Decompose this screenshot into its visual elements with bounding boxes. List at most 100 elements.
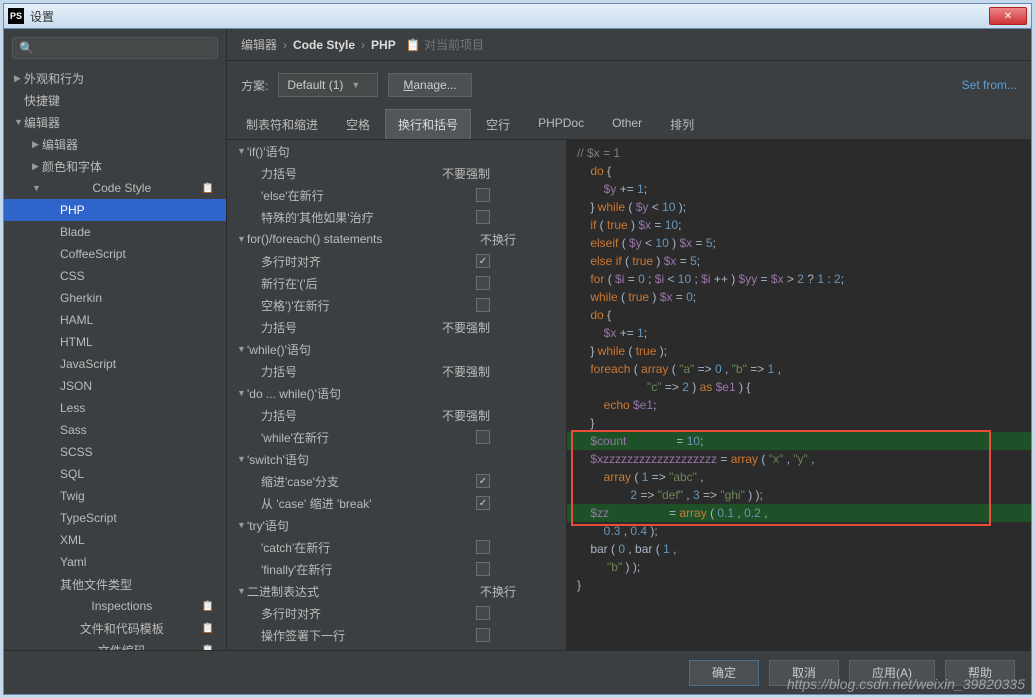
checkbox[interactable]: ✓: [476, 496, 490, 510]
code-preview: // $x = 1 do { $y += 1; } while ( $y < 1…: [567, 140, 1031, 650]
tree-item[interactable]: Inspections📋: [4, 595, 226, 617]
option-item[interactable]: 力括号不要强制: [227, 162, 566, 184]
cancel-button[interactable]: 取消: [769, 660, 839, 686]
search-input[interactable]: 🔍: [12, 37, 218, 59]
crumb-editor[interactable]: 编辑器: [241, 36, 277, 53]
tree-item[interactable]: JavaScript: [4, 353, 226, 375]
tree-item[interactable]: Blade: [4, 221, 226, 243]
tree-item[interactable]: HAML: [4, 309, 226, 331]
option-item[interactable]: 操作签署下一行: [227, 624, 566, 646]
sidebar: 🔍 ▶ 外观和行为 快捷键▼ 编辑器▶ 编辑器▶ 颜色和字体▼ Code Sty…: [4, 29, 227, 650]
options-panel[interactable]: ▼ 'if()'语句力括号不要强制'else'在新行特殊的'其他如果'治疗▼ f…: [227, 140, 567, 650]
option-item[interactable]: 力括号不要强制: [227, 316, 566, 338]
tree-item[interactable]: PHP: [4, 199, 226, 221]
body: 🔍 ▶ 外观和行为 快捷键▼ 编辑器▶ 编辑器▶ 颜色和字体▼ Code Sty…: [4, 29, 1031, 650]
option-item[interactable]: 'catch'在新行: [227, 536, 566, 558]
option-group[interactable]: ▼ 'if()'语句: [227, 140, 566, 162]
option-item[interactable]: 力括号不要强制: [227, 404, 566, 426]
footer: 确定 取消 应用(A) 帮助: [4, 650, 1031, 694]
checkbox[interactable]: [476, 210, 490, 224]
split-pane: ▼ 'if()'语句力括号不要强制'else'在新行特殊的'其他如果'治疗▼ f…: [227, 140, 1031, 650]
checkbox[interactable]: [476, 276, 490, 290]
option-group[interactable]: ▼ 'try'语句: [227, 514, 566, 536]
option-item[interactable]: 多行时对齐: [227, 602, 566, 624]
tab[interactable]: 制表符和缩进: [233, 109, 331, 139]
tree-item[interactable]: ▶ 编辑器: [4, 133, 226, 155]
tab[interactable]: Other: [599, 109, 655, 139]
help-button[interactable]: 帮助: [945, 660, 1015, 686]
option-item[interactable]: 'while'在新行: [227, 426, 566, 448]
titlebar: PS 设置 ✕: [4, 4, 1031, 29]
settings-window: PS 设置 ✕ 🔍 ▶ 外观和行为 快捷键▼ 编辑器▶ 编辑器▶ 颜色和字体▼ …: [3, 3, 1032, 695]
tree-item[interactable]: 文件编码📋: [4, 639, 226, 650]
tree-item[interactable]: ▶ 颜色和字体: [4, 155, 226, 177]
option-group[interactable]: ▼ for()/foreach() statements不换行: [227, 228, 566, 250]
option-group[interactable]: ▼ 'while()'语句: [227, 338, 566, 360]
settings-tree[interactable]: ▶ 外观和行为 快捷键▼ 编辑器▶ 编辑器▶ 颜色和字体▼ Code Style…: [4, 67, 226, 650]
tree-item[interactable]: 文件和代码模板📋: [4, 617, 226, 639]
set-from-link[interactable]: Set from...: [962, 78, 1017, 92]
tree-item[interactable]: 快捷键: [4, 89, 226, 111]
checkbox[interactable]: [476, 298, 490, 312]
crumb-php[interactable]: PHP: [371, 38, 396, 52]
checkbox[interactable]: ✓: [476, 474, 490, 488]
tree-item[interactable]: Sass: [4, 419, 226, 441]
search-icon: 🔍: [19, 41, 34, 55]
tree-item[interactable]: Less: [4, 397, 226, 419]
apply-button[interactable]: 应用(A): [849, 660, 935, 686]
scheme-label: 方案:: [241, 77, 268, 94]
close-button[interactable]: ✕: [989, 7, 1027, 25]
tree-item[interactable]: CSS: [4, 265, 226, 287]
option-group[interactable]: ▼ 二进制表达式不换行: [227, 580, 566, 602]
tab[interactable]: PHPDoc: [525, 109, 597, 139]
option-group[interactable]: ▼ 'do ... while()'语句: [227, 382, 566, 404]
option-item[interactable]: 力括号不要强制: [227, 360, 566, 382]
tab[interactable]: 换行和括号: [385, 109, 471, 139]
tree-item[interactable]: XML: [4, 529, 226, 551]
option-item[interactable]: 新行在'('后: [227, 272, 566, 294]
tree-item[interactable]: Yaml: [4, 551, 226, 573]
option-item[interactable]: 从 'case' 缩进 'break'✓: [227, 492, 566, 514]
chevron-down-icon: ▼: [351, 80, 360, 90]
scheme-combo[interactable]: Default (1)▼: [278, 73, 378, 97]
tree-item[interactable]: ▼ Code Style📋: [4, 177, 226, 199]
checkbox[interactable]: [476, 188, 490, 202]
tree-item[interactable]: CoffeeScript: [4, 243, 226, 265]
scheme-row: 方案: Default (1)▼ Manage... Set from...: [227, 61, 1031, 109]
checkbox[interactable]: ✓: [476, 254, 490, 268]
option-item[interactable]: 'else'在新行: [227, 184, 566, 206]
manage-button[interactable]: Manage...: [388, 73, 471, 97]
tree-item[interactable]: Twig: [4, 485, 226, 507]
tree-item[interactable]: SCSS: [4, 441, 226, 463]
tabs: 制表符和缩进空格换行和括号空行PHPDocOther排列: [227, 109, 1031, 140]
option-item[interactable]: 'finally'在新行: [227, 558, 566, 580]
breadcrumb: 编辑器 › Code Style › PHP 📋 对当前项目: [227, 29, 1031, 61]
checkbox[interactable]: [476, 562, 490, 576]
option-group[interactable]: ▼ 'switch'语句: [227, 448, 566, 470]
tab[interactable]: 排列: [657, 109, 707, 139]
checkbox[interactable]: [476, 606, 490, 620]
tree-item[interactable]: 其他文件类型: [4, 573, 226, 595]
tree-item[interactable]: HTML: [4, 331, 226, 353]
tab[interactable]: 空行: [473, 109, 523, 139]
option-item[interactable]: 空格')'在新行: [227, 294, 566, 316]
option-item[interactable]: 新行在'('后: [227, 646, 566, 650]
tree-item[interactable]: ▼ 编辑器: [4, 111, 226, 133]
option-item[interactable]: 多行时对齐✓: [227, 250, 566, 272]
checkbox[interactable]: [476, 540, 490, 554]
checkbox[interactable]: [476, 430, 490, 444]
window-title: 设置: [30, 8, 989, 25]
option-item[interactable]: 缩进'case'分支✓: [227, 470, 566, 492]
tree-item[interactable]: JSON: [4, 375, 226, 397]
ok-button[interactable]: 确定: [689, 660, 759, 686]
tree-item[interactable]: SQL: [4, 463, 226, 485]
tree-item[interactable]: TypeScript: [4, 507, 226, 529]
app-icon: PS: [8, 8, 24, 24]
crumb-codestyle[interactable]: Code Style: [293, 38, 355, 52]
tree-item[interactable]: Gherkin: [4, 287, 226, 309]
tree-item[interactable]: ▶ 外观和行为: [4, 67, 226, 89]
project-scope-icon: 📋 对当前项目: [406, 36, 484, 53]
tab[interactable]: 空格: [333, 109, 383, 139]
checkbox[interactable]: [476, 628, 490, 642]
option-item[interactable]: 特殊的'其他如果'治疗: [227, 206, 566, 228]
